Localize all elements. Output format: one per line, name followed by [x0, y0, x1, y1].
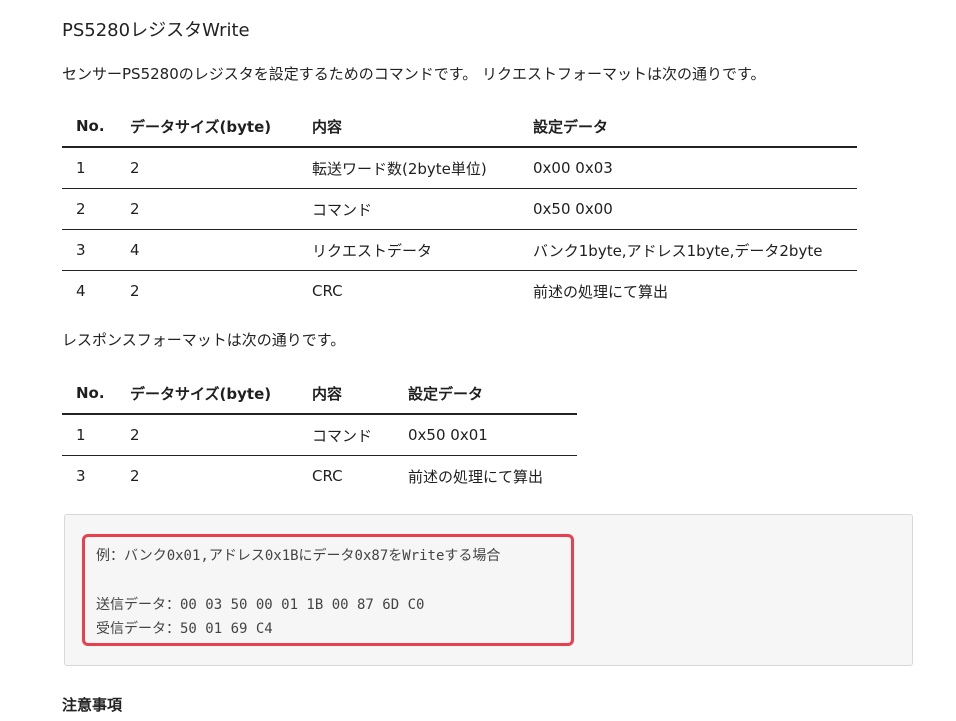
table-row: 1 2 転送ワード数(2byte単位) 0x00 0x03 — [62, 147, 857, 189]
col-setting: 設定データ — [394, 373, 577, 415]
cell-no: 1 — [62, 414, 116, 456]
receive-data-line: 受信データ：50 01 69 C4 — [96, 621, 273, 637]
request-format-table: No. データサイズ(byte) 内容 設定データ 1 2 転送ワード数(2by… — [62, 106, 857, 311]
intro-text: センサーPS5280のレジスタを設定するためのコマンドです。 リクエストフォーマ… — [62, 65, 766, 83]
cell-size: 2 — [116, 414, 298, 456]
cell-content: CRC — [312, 467, 343, 485]
cell-content: CRC — [312, 282, 343, 300]
col-size: データサイズ(byte) — [116, 373, 298, 415]
table-row: 2 2 コマンド 0x50 0x00 — [62, 188, 857, 230]
table-row: 3 2 CRC 前述の処理にて算出 — [62, 456, 577, 497]
cell-setting: 前述の処理にて算出 — [533, 282, 669, 301]
cell-size: 4 — [116, 229, 298, 271]
cell-setting: 0x50 0x01 — [394, 414, 577, 456]
col-setting: 設定データ — [519, 106, 857, 148]
table-row: 3 4 リクエストデータ バンク1byte,アドレス1byte,データ2byte — [62, 229, 857, 271]
notes-heading: 注意事項 — [62, 696, 123, 714]
cell-setting: 前述の処理にて算出 — [408, 467, 544, 486]
send-data-line: 送信データ：00 03 50 00 01 1B 00 87 6D C0 — [96, 597, 425, 613]
col-no: No. — [62, 373, 116, 415]
table-row: 4 2 CRC 前述の処理にて算出 — [62, 271, 857, 312]
page-title: PS5280レジスタWrite — [62, 20, 250, 41]
table-header-row: No. データサイズ(byte) 内容 設定データ — [62, 106, 857, 148]
cell-size: 2 — [116, 147, 298, 189]
col-no: No. — [62, 106, 116, 148]
cell-setting: 0x50 0x00 — [519, 188, 857, 230]
cell-size: 2 — [130, 467, 140, 485]
col-size: データサイズ(byte) — [116, 106, 298, 148]
col-content: 内容 — [298, 106, 519, 148]
cell-no: 1 — [62, 147, 116, 189]
cell-setting: バンク1byte,アドレス1byte,データ2byte — [519, 229, 857, 271]
response-format-table: No. データサイズ(byte) 内容 設定データ 1 2 コマンド 0x50 … — [62, 373, 577, 496]
cell-size: 2 — [130, 282, 140, 300]
table-row: 1 2 コマンド 0x50 0x01 — [62, 414, 577, 456]
cell-no: 3 — [76, 467, 86, 485]
cell-content: 転送ワード数(2byte単位) — [298, 147, 519, 189]
response-intro-text: レスポンスフォーマットは次の通りです。 — [62, 331, 346, 349]
cell-setting: 0x00 0x03 — [519, 147, 857, 189]
cell-content: リクエストデータ — [298, 229, 519, 271]
table-header-row: No. データサイズ(byte) 内容 設定データ — [62, 373, 577, 415]
col-content: 内容 — [298, 373, 394, 415]
cell-no: 3 — [62, 229, 116, 271]
cell-content: コマンド — [298, 188, 519, 230]
cell-no: 2 — [62, 188, 116, 230]
cell-content: コマンド — [298, 414, 394, 456]
cell-no: 4 — [76, 282, 86, 300]
example-description: 例：バンク0x01,アドレス0x1Bにデータ0x87をWriteする場合 — [96, 548, 501, 564]
cell-size: 2 — [116, 188, 298, 230]
